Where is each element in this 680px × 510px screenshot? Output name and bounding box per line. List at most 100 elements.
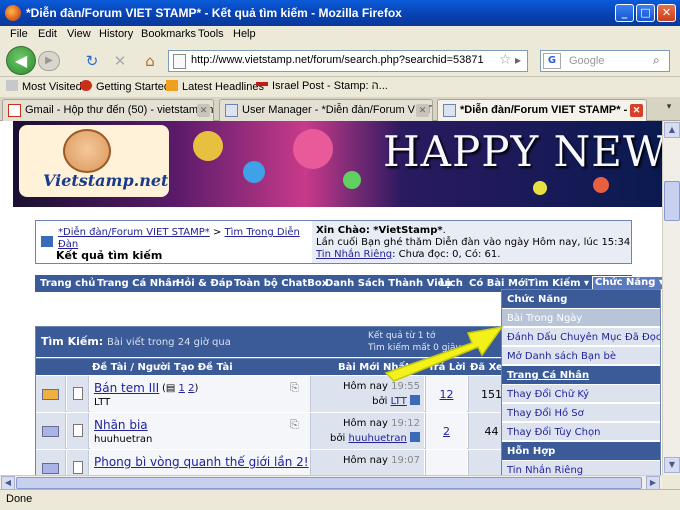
menu-tools[interactable]: Tools [198, 28, 224, 40]
navigation-toolbar: ◀ ▶ ↻ ✕ ⌂ http://www.vietstamp.net/forum… [0, 44, 680, 77]
scroll-right-icon[interactable]: ▶ [646, 476, 660, 490]
results-subtitle: Bài viết trong 24 giờ qua [107, 337, 231, 348]
last-post-time: 19:07 [391, 455, 420, 466]
bookmark-getting-started[interactable]: Getting Started [80, 80, 170, 93]
table-row: Nhãn bia ⎘ huuhuetran Hôm nay 19:12 bởi … [36, 413, 514, 449]
scroll-down-icon[interactable]: ▼ [664, 457, 680, 473]
menu-item-todays-posts[interactable]: Bài Trong Ngày [502, 309, 660, 327]
forward-button[interactable]: ▶ [38, 51, 60, 71]
tab-close-icon[interactable]: ✕ [630, 104, 643, 117]
replies-link[interactable]: 2 [443, 425, 450, 438]
search-icon[interactable]: ⌕ [653, 53, 660, 68]
nav-search[interactable]: Tìm Kiếm ▾ [528, 278, 589, 289]
by-label: bởi [330, 433, 346, 444]
all-tabs-icon[interactable]: ▾ [662, 102, 676, 116]
address-bar[interactable]: http://www.vietstamp.net/forum/search.ph… [168, 50, 528, 72]
breadcrumb-forum-link[interactable]: *Diễn đàn/Forum VIET STAMP* [58, 227, 210, 238]
greeting-label: Xin Chào: [316, 225, 374, 236]
maximize-button[interactable]: □ [636, 4, 655, 22]
nav-calendar[interactable]: Lịch [440, 278, 463, 289]
menu-item-edit-signature[interactable]: Thay Đổi Chữ Ký [502, 385, 660, 403]
dropdown-heading-profile[interactable]: Trang Cá Nhân [502, 366, 660, 384]
user-info: Xin Chào: *VietStamp*. Lần cuối Bạn ghé … [316, 225, 631, 261]
replies-link[interactable]: 12 [440, 388, 454, 401]
confetti-decoration [193, 131, 223, 161]
menu-help[interactable]: Help [233, 28, 256, 40]
bookmark-israel-post[interactable]: Israel Post - Stamp: ה... [256, 80, 388, 92]
home-icon[interactable]: ⌂ [140, 52, 160, 70]
reload-icon[interactable]: ↻ [82, 52, 102, 70]
tab-close-icon[interactable]: ✕ [197, 104, 210, 117]
table-row: Phong bì vòng quanh thế giới lần 2! Hôm … [36, 450, 514, 475]
menu-view[interactable]: View [67, 28, 91, 40]
search-placeholder: Google [569, 55, 605, 67]
tab-vietstamp[interactable]: *Diễn đàn/Forum VIET STAMP* - ... ✕ [437, 99, 647, 122]
horizontal-scrollbar[interactable]: ◀ ▶ [0, 475, 662, 490]
nav-home[interactable]: Trang chủ [40, 278, 95, 289]
menu-bookmarks[interactable]: Bookmarks [141, 28, 196, 40]
menu-item-mark-forums-read[interactable]: Đánh Dấu Chuyên Mục Đã Đọc [502, 328, 660, 346]
nav-faq[interactable]: Hỏi & Đáp [176, 278, 233, 289]
menu-item-edit-options[interactable]: Thay Đổi Tùy Chọn [502, 423, 660, 441]
menu-item-private-messages[interactable]: Tin Nhắn Riêng [502, 461, 660, 475]
page-link[interactable]: 1 [179, 383, 185, 394]
private-messages-link[interactable]: Tin Nhắn Riêng [316, 249, 392, 260]
nav-new-posts[interactable]: Có Bài Mới [469, 278, 528, 289]
nav-functions[interactable]: Chức Năng ▾ [592, 276, 662, 290]
status-text: Done [6, 493, 33, 505]
tab-close-icon[interactable]: ✕ [416, 104, 429, 117]
results-title: Tìm Kiếm: [41, 335, 108, 348]
breadcrumb: *Diễn đàn/Forum VIET STAMP* > Tìm Trong … [36, 221, 312, 263]
tab-user-manager[interactable]: User Manager - *Diễn đàn/Forum VIET ... … [219, 99, 433, 121]
google-engine-icon[interactable]: G [543, 53, 561, 69]
go-arrow-icon[interactable]: ▸ [515, 53, 521, 67]
window-title: *Diễn đàn/Forum VIET STAMP* - Kết quả tì… [26, 6, 402, 20]
col-thread[interactable]: Đề Tài / Người Tạo Đề Tài [92, 362, 233, 373]
gmail-icon [8, 104, 21, 117]
attachment-icon: ⎘ [290, 381, 299, 394]
scroll-left-icon[interactable]: ◀ [1, 476, 15, 490]
menu-history[interactable]: History [99, 28, 133, 40]
menu-item-open-buddy-list[interactable]: Mở Danh sách Bạn bè [502, 347, 660, 365]
menu-edit[interactable]: Edit [38, 28, 57, 40]
mascot-face-icon [63, 129, 111, 173]
banner-greeting: HAPPY NEW [383, 127, 662, 176]
page-icon [225, 104, 238, 117]
nav-members[interactable]: Danh Sách Thành Viên [325, 278, 452, 289]
logo-text: Vietstamp.net [43, 171, 169, 190]
go-to-last-post-icon[interactable] [410, 395, 420, 405]
menu-item-edit-profile[interactable]: Thay Đổi Hồ Sơ [502, 404, 660, 422]
last-poster-link[interactable]: huuhuetran [348, 433, 406, 444]
thread-status-icon [42, 389, 59, 400]
israel-post-icon [256, 82, 268, 86]
bookmark-latest-headlines[interactable]: Latest Headlines [166, 80, 264, 93]
minimize-button[interactable]: _ [615, 4, 634, 22]
close-button[interactable]: ✕ [657, 4, 676, 22]
menu-file[interactable]: File [10, 28, 28, 40]
vertical-scrollbar[interactable]: ▲ ▼ [662, 121, 680, 475]
last-poster-link[interactable]: LTT [391, 396, 407, 407]
thread-title-link[interactable]: Phong bì vòng quanh thế giới lần 2! [94, 455, 309, 469]
page-title: Kết quả tìm kiếm [56, 249, 163, 262]
thread-author: huuhuetran [94, 434, 153, 445]
bookmark-most-visited[interactable]: Most Visited [6, 80, 82, 93]
confetti-decoration [343, 171, 361, 189]
thread-title-link[interactable]: Bán tem III [94, 381, 159, 395]
scroll-thumb[interactable] [664, 181, 680, 221]
go-to-last-post-icon[interactable] [410, 432, 420, 442]
back-button[interactable]: ◀ [6, 46, 36, 75]
search-box[interactable]: G Google ⌕ [540, 50, 670, 72]
tab-gmail[interactable]: Gmail - Hộp thư đến (50) - vietstamp.n..… [2, 99, 214, 121]
dropdown-heading-misc: Hỗn Hợp [502, 442, 660, 460]
scrollbar-corner [662, 475, 680, 489]
scroll-up-icon[interactable]: ▲ [664, 122, 680, 138]
stop-icon[interactable]: ✕ [110, 52, 130, 70]
thread-title-link[interactable]: Nhãn bia [94, 418, 148, 432]
rss-icon [166, 80, 178, 91]
nav-chatbox[interactable]: Toàn bộ ChatBox [234, 278, 328, 289]
scroll-thumb[interactable] [16, 477, 642, 489]
multipage-icon: ▤ [165, 383, 179, 394]
nav-profile[interactable]: Trang Cá Nhân [97, 278, 179, 289]
site-logo[interactable]: Vietstamp.net [19, 125, 169, 197]
bookmark-star-icon[interactable]: ☆ [499, 52, 512, 68]
